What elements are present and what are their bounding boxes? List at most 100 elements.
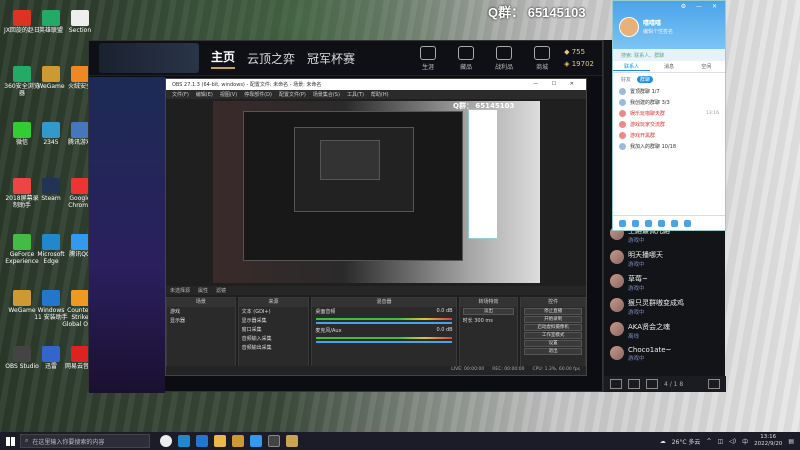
- clock[interactable]: 13:16 2022/9/20: [754, 434, 782, 448]
- qq-group-row[interactable]: 游戏玩家交流群: [613, 119, 725, 130]
- stop-streaming-button[interactable]: 停止直播: [524, 308, 582, 315]
- avatar[interactable]: [619, 17, 639, 37]
- wegame-icon[interactable]: [232, 435, 244, 447]
- friend-entry[interactable]: 狠只灵群嗷变成鸡 游戏中: [610, 298, 722, 316]
- tab-tft[interactable]: 云顶之弈: [247, 50, 295, 67]
- task-view-icon[interactable]: [160, 435, 172, 447]
- collection-icon-button[interactable]: 藏品: [452, 45, 480, 71]
- game-icon[interactable]: [658, 219, 665, 227]
- windows-icon: [5, 436, 15, 446]
- filters-button[interactable]: 滤镜: [216, 287, 226, 294]
- obs-menu-item[interactable]: 视图(V): [220, 91, 237, 98]
- qq-subtabs: 好友 群聊: [613, 73, 725, 86]
- app-icon[interactable]: [632, 219, 639, 227]
- qq-main-panel[interactable]: ⚙ — ✕ 嘻嘻嘻 编辑个性签名 搜索: 联系人、群聊 联系人 消息 空间 好友…: [612, 0, 726, 231]
- obs-window[interactable]: OBS 27.1.3 (64-bit, windows) - 配置文件: 未命名…: [165, 78, 587, 376]
- friend-entry[interactable]: 明天播哪天 游戏中: [610, 250, 722, 268]
- file-explorer-icon[interactable]: [214, 435, 226, 447]
- friend-status: 游戏中: [628, 238, 645, 244]
- obs-menu-item[interactable]: 帮助(H): [371, 91, 389, 98]
- volume-slider[interactable]: [316, 322, 452, 324]
- start-recording-button[interactable]: 开始录制: [524, 316, 582, 323]
- subtab-groups[interactable]: 群聊: [637, 76, 654, 83]
- studio-mode-button[interactable]: 工作室模式: [524, 332, 582, 339]
- ime-indicator[interactable]: 中: [742, 437, 748, 446]
- obs-menu-item[interactable]: 停靠部件(D): [244, 91, 272, 98]
- obs-icon[interactable]: [268, 435, 280, 447]
- weather-icon[interactable]: ☁: [660, 438, 666, 445]
- notification-icon[interactable]: [708, 379, 720, 389]
- exit-button[interactable]: 退出: [524, 348, 582, 355]
- obs-menu-item[interactable]: 工具(T): [347, 91, 364, 98]
- league-icon[interactable]: [286, 435, 298, 447]
- edge-icon[interactable]: [178, 435, 190, 447]
- subtab-friends[interactable]: 好友: [621, 76, 631, 83]
- volume-slider[interactable]: [316, 341, 452, 343]
- properties-button[interactable]: 属性: [198, 287, 208, 294]
- notification-center-icon[interactable]: ▤: [788, 438, 794, 445]
- app-icon: [71, 290, 89, 306]
- qq-search-input[interactable]: 搜索: 联系人、群聊: [613, 49, 725, 61]
- chat-bottom-bar: 4 / 1 8: [604, 376, 726, 392]
- start-button[interactable]: [0, 432, 20, 450]
- qq-icon[interactable]: [250, 435, 262, 447]
- qq-group-row[interactable]: 我创建的群聊 3/3: [613, 97, 725, 108]
- qq-group-row[interactable]: 我加入的群聊 10/18: [613, 141, 725, 152]
- source-item[interactable]: 窗口采集: [239, 325, 309, 334]
- transition-select[interactable]: 淡出: [462, 308, 515, 315]
- qq-signature[interactable]: 编辑个性签名: [643, 28, 673, 35]
- tab-contacts[interactable]: 联系人: [613, 63, 651, 71]
- group-label: 娱乐玩咖聊天群: [630, 111, 666, 117]
- group-avatar: [619, 121, 626, 128]
- qq-window-controls[interactable]: ⚙ — ✕: [681, 3, 721, 10]
- virtual-camera-button[interactable]: 启动虚拟摄像机: [524, 324, 582, 331]
- window-controls[interactable]: — ☐ ✕: [533, 81, 580, 88]
- file-icon[interactable]: [645, 219, 652, 227]
- group-label: 我创建的群聊 3/3: [630, 100, 670, 106]
- mission-icon[interactable]: [628, 379, 640, 389]
- qq-header: ⚙ — ✕ 嘻嘻嘻 编辑个性签名: [613, 1, 725, 49]
- mic-icon[interactable]: [646, 379, 658, 389]
- preview-nested-obs: [294, 127, 414, 212]
- scene-item[interactable]: 显示器: [167, 316, 235, 325]
- obs-preview[interactable]: Q群： 65145103: [213, 101, 540, 283]
- obs-menu-item[interactable]: 场景集合(S): [313, 91, 340, 98]
- qq-group-row[interactable]: 游戏开黑群: [613, 130, 725, 141]
- app-icon: [13, 122, 31, 138]
- qq-nickname: 嘻嘻嘻: [643, 20, 662, 27]
- settings-button[interactable]: 设置: [524, 340, 582, 347]
- obs-menu-item[interactable]: 编辑(E): [196, 91, 213, 98]
- tab-space[interactable]: 空间: [688, 63, 725, 70]
- friend-entry[interactable]: AKA贤会之魂 离线: [610, 322, 722, 340]
- source-item[interactable]: 音频输出采集: [239, 343, 309, 352]
- profile-icon-button[interactable]: 生涯: [414, 45, 442, 71]
- source-item[interactable]: 文本 (GDI+): [239, 307, 309, 316]
- network-icon[interactable]: ◫: [717, 438, 723, 445]
- qq-group-row[interactable]: 娱乐玩咖聊天群 13:16: [613, 108, 725, 119]
- weather-text[interactable]: 26°C 多云: [672, 437, 701, 446]
- friend-entry[interactable]: 草莓~ 游戏中: [610, 274, 722, 292]
- obs-menu-item[interactable]: 配置文件(P): [279, 91, 306, 98]
- tab-worlds[interactable]: 冠军杯赛: [307, 50, 355, 67]
- tab-home[interactable]: 主页: [211, 48, 236, 69]
- scene-item[interactable]: 游戏: [167, 307, 235, 316]
- menu-icon[interactable]: [619, 219, 626, 227]
- video-icon[interactable]: [684, 219, 691, 227]
- app-icon: [13, 66, 31, 82]
- store-icon-button[interactable]: 商城: [528, 45, 556, 71]
- music-icon[interactable]: [671, 219, 678, 227]
- volume-icon[interactable]: ◁): [729, 438, 736, 445]
- loot-icon-button[interactable]: 战利品: [490, 45, 518, 71]
- source-item[interactable]: 音频输入采集: [239, 334, 309, 343]
- taskbar-search-input[interactable]: ⌕ 在这里输入你要搜索的内容: [20, 434, 150, 448]
- qq-group-row[interactable]: 置顶群聊 1/7: [613, 86, 725, 97]
- source-item[interactable]: 显示器采集: [239, 316, 309, 325]
- chevron-up-icon[interactable]: ^: [706, 438, 711, 445]
- friend-entry[interactable]: Choco1ate~ 游戏中: [610, 346, 722, 362]
- chat-icon[interactable]: [610, 379, 622, 389]
- windows-update-icon[interactable]: [196, 435, 208, 447]
- duration-input[interactable]: 300 ms: [474, 318, 493, 324]
- friend-status: 游戏中: [628, 262, 645, 268]
- obs-menu-item[interactable]: 文件(F): [172, 91, 189, 98]
- tab-messages[interactable]: 消息: [650, 63, 687, 70]
